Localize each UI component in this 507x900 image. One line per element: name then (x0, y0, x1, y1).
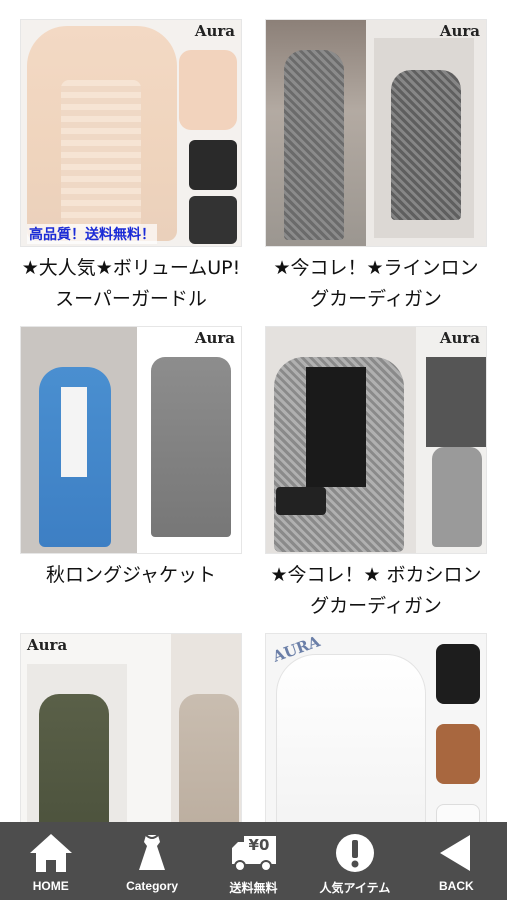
brand-logo: Aura (194, 22, 235, 40)
tab-label: HOME (32, 879, 69, 893)
model-photo (39, 694, 109, 822)
dress-icon (128, 831, 176, 875)
model-photo (284, 50, 344, 240)
tab-popular-items[interactable]: 人気アイテム (304, 822, 405, 900)
product-grid: Aura 高品質！送料無料！ ★大人気★ボリュームUP!スーパーガードル Aur… (0, 0, 507, 822)
product-title[interactable]: ★今コレ！★ ボカシロングカーディガン (265, 560, 487, 622)
product-card[interactable]: Aura ★今コレ！★ラインロングカーディガン (265, 19, 487, 315)
product-card[interactable]: Aura 秋ロングジャケット (20, 326, 242, 591)
jacket-photo (151, 357, 231, 537)
tab-back[interactable]: BACK (406, 822, 507, 900)
exclamation-icon (331, 831, 379, 875)
tab-label: 人気アイテム (319, 881, 391, 895)
product-image[interactable]: Aura (20, 633, 242, 822)
inset-photo (179, 50, 237, 130)
product-image[interactable]: Aura (265, 19, 487, 247)
yen-zero-label: ¥0 (248, 836, 270, 854)
model-photo (276, 654, 426, 822)
product-image[interactable]: Aura (265, 326, 487, 554)
brand-logo: Aura (439, 329, 480, 347)
tab-label: Category (126, 879, 179, 893)
tab-label: 送料無料 (229, 881, 278, 895)
product-image[interactable]: Aura 高品質！送料無料！ (20, 19, 242, 247)
brand-logo: Aura (439, 22, 480, 40)
product-title[interactable]: ★今コレ！★ラインロングカーディガン (265, 253, 487, 315)
bottom-tab-bar: HOME Category ¥0 送料無料 人気アイテム BACK (0, 822, 507, 900)
product-card[interactable]: Aura (20, 633, 242, 822)
product-title[interactable]: ★大人気★ボリュームUP!スーパーガードル (20, 253, 242, 315)
brand-logo: Aura (27, 636, 68, 654)
tab-category[interactable]: Category (101, 822, 202, 900)
product-card[interactable]: AURA (265, 633, 487, 822)
delivery-truck-icon: ¥0 (230, 831, 278, 875)
tab-home[interactable]: HOME (0, 822, 101, 900)
product-card[interactable]: Aura 高品質！送料無料！ ★大人気★ボリュームUP!スーパーガードル (20, 19, 242, 315)
product-image[interactable]: AURA (265, 633, 487, 822)
product-title[interactable]: 秋ロングジャケット (20, 560, 242, 591)
product-image[interactable]: Aura (20, 326, 242, 554)
home-icon (27, 831, 75, 875)
tab-free-shipping[interactable]: ¥0 送料無料 (203, 822, 304, 900)
back-arrow-icon (432, 831, 480, 875)
tab-label: BACK (438, 879, 474, 893)
promo-text: 高品質！送料無料！ (27, 224, 157, 244)
brand-logo: Aura (194, 329, 235, 347)
product-card[interactable]: Aura ★今コレ！★ ボカシロングカーディガン (265, 326, 487, 622)
